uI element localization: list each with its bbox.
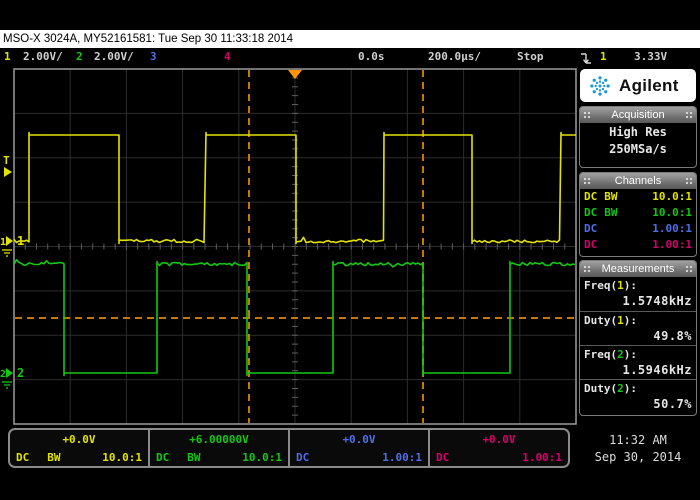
- ch3-probe-ratio: 1.00:1: [382, 450, 422, 466]
- toolbar-run-state[interactable]: Stop: [517, 50, 544, 63]
- measurement-label: Freq(1):: [584, 278, 692, 293]
- toolbar-ch2-number[interactable]: 2: [76, 50, 83, 63]
- acquisition-panel: Acquisition High Res 250MSa/s: [579, 106, 697, 168]
- ch2-probe-ratio: 10.0:1: [242, 450, 282, 466]
- ch1-coupling: DC: [584, 189, 597, 205]
- ch3-probe: 1.00:1: [652, 221, 692, 237]
- measurements-panel-header[interactable]: Measurements: [580, 261, 696, 277]
- ch1-probe: 10.0:1: [652, 189, 692, 205]
- ch2-coupling: DC: [156, 450, 169, 466]
- toolbar-ch3-number[interactable]: 3: [150, 50, 157, 63]
- acquisition-title: Acquisition: [611, 109, 664, 121]
- toolbar-trigger-source[interactable]: 1: [600, 50, 607, 63]
- channel-row-1[interactable]: DC BW 10.0:1: [580, 189, 696, 205]
- grip-icon: [583, 111, 591, 120]
- measurement-label: Duty(2):: [584, 381, 692, 396]
- toolbar-ch1-number[interactable]: 1: [4, 50, 11, 63]
- ch4-probe-ratio: 1.00:1: [522, 450, 562, 466]
- measurement-value: 50.7%: [584, 396, 692, 412]
- ch3-offset: +0.0V: [290, 432, 428, 448]
- channel-1-label: 1: [17, 234, 24, 248]
- clock-time: 11:32 AM: [576, 432, 700, 449]
- acquisition-panel-header[interactable]: Acquisition: [580, 107, 696, 123]
- measurement-row[interactable]: Freq(1): 1.5748kHz: [580, 277, 696, 311]
- channel-1-status-box[interactable]: +0.0V DC BW 10.0:1: [10, 430, 148, 466]
- toolbar-ch4-number[interactable]: 4: [224, 50, 231, 63]
- channel-1-ground-marker[interactable]: 1: [0, 236, 13, 256]
- grip-icon: [685, 111, 693, 120]
- channel-row-4[interactable]: DC 1.00:1: [580, 237, 696, 253]
- channels-panel-header[interactable]: Channels: [580, 173, 696, 189]
- measurement-row[interactable]: Duty(2): 50.7%: [580, 379, 696, 413]
- measurement-label: Duty(1):: [584, 313, 692, 328]
- toolbar-ch2-scale[interactable]: 2.00V/: [94, 50, 134, 63]
- ch2-probe: 10.0:1: [652, 205, 692, 221]
- ch1-coupling: DC: [16, 450, 29, 466]
- channels-title: Channels: [615, 175, 661, 187]
- measurement-row[interactable]: Freq(2): 1.5946kHz: [580, 345, 696, 379]
- trigger-level-marker[interactable]: T: [3, 154, 12, 177]
- ch2-offset: +6.00000V: [150, 432, 288, 448]
- trigger-edge-icon: [579, 51, 593, 65]
- ch3-coupling: DC: [584, 221, 597, 237]
- ch4-coupling: DC: [436, 450, 449, 466]
- ch4-probe: 1.00:1: [652, 237, 692, 253]
- titlebar: MSO-X 3024A, MY52161581: Tue Sep 30 11:3…: [0, 30, 700, 48]
- channel-status-bar: +0.0V DC BW 10.0:1 +6.00000V DC BW 10.0:…: [8, 428, 570, 468]
- toolbar-delay[interactable]: 0.0s: [358, 50, 385, 63]
- channel-3-status-box[interactable]: +0.0V DC 1.00:1: [288, 430, 428, 466]
- svg-text:T: T: [3, 154, 10, 167]
- svg-text:1: 1: [0, 237, 6, 248]
- acquisition-sample-rate: 250MSa/s: [580, 142, 696, 157]
- ch1-probe-ratio: 10.0:1: [102, 450, 142, 466]
- agilent-starburst-icon: [585, 73, 615, 99]
- measurement-value: 49.8%: [584, 328, 692, 344]
- channel-row-2[interactable]: DC BW 10.0:1: [580, 205, 696, 221]
- toolbar-trigger-level[interactable]: 3.33V: [634, 50, 667, 63]
- clock-date: Sep 30, 2014: [576, 449, 700, 466]
- toolbar-timebase[interactable]: 200.0µs/: [428, 50, 481, 63]
- channel-2-ground-marker[interactable]: 2: [0, 368, 13, 388]
- channel-2-label: 2: [17, 366, 24, 380]
- ch2-bw-limit: BW: [187, 450, 200, 466]
- ch2-bw: BW: [604, 205, 617, 221]
- grip-icon: [583, 265, 591, 274]
- channel-4-status-box[interactable]: +0.0V DC 1.00:1: [428, 430, 568, 466]
- clock: 11:32 AM Sep 30, 2014: [576, 432, 700, 466]
- grip-icon: [583, 177, 591, 186]
- measurements-panel: Measurements Freq(1): 1.5748kHz Duty(1):…: [579, 260, 697, 416]
- grip-icon: [685, 265, 693, 274]
- status-toolbar: 1 2.00V/ 2 2.00V/ 3 4 0.0s 200.0µs/ Stop…: [0, 48, 700, 67]
- channel-2-status-box[interactable]: +6.00000V DC BW 10.0:1: [148, 430, 288, 466]
- grip-icon: [685, 177, 693, 186]
- ch2-coupling: DC: [584, 205, 597, 221]
- ch4-offset: +0.0V: [430, 432, 568, 448]
- channel-row-3[interactable]: DC 1.00:1: [580, 221, 696, 237]
- toolbar-ch1-scale[interactable]: 2.00V/: [23, 50, 63, 63]
- ch1-bw-limit: BW: [47, 450, 60, 466]
- trigger-position-marker[interactable]: [288, 70, 302, 79]
- brand-box: Agilent: [580, 69, 696, 102]
- svg-text:2: 2: [0, 369, 6, 380]
- ch3-coupling: DC: [296, 450, 309, 466]
- ch1-bw: BW: [604, 189, 617, 205]
- measurement-value: 1.5748kHz: [584, 293, 692, 309]
- graticule: [14, 69, 576, 424]
- measurements-title: Measurements: [602, 263, 675, 275]
- channels-panel: Channels DC BW 10.0:1 DC BW 10.0:1 DC 1.…: [579, 172, 697, 257]
- measurement-value: 1.5946kHz: [584, 362, 692, 378]
- oscilloscope-screen: MSO-X 3024A, MY52161581: Tue Sep 30 11:3…: [0, 0, 700, 500]
- brand-name: Agilent: [619, 76, 679, 96]
- ch1-offset: +0.0V: [10, 432, 148, 448]
- measurement-row[interactable]: Duty(1): 49.8%: [580, 311, 696, 345]
- measurement-label: Freq(2):: [584, 347, 692, 362]
- acquisition-mode: High Res: [580, 125, 696, 140]
- ch4-coupling: DC: [584, 237, 597, 253]
- waveform-display[interactable]: 11 22 T: [0, 67, 578, 427]
